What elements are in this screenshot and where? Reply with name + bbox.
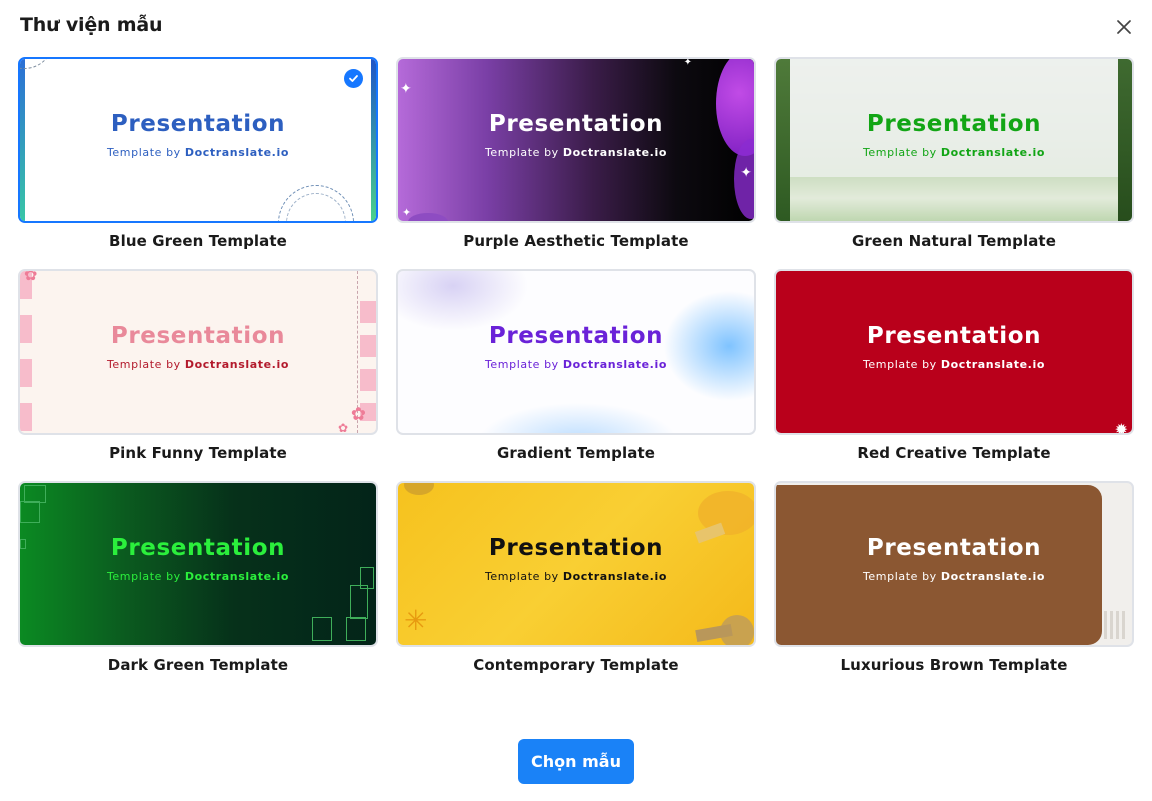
template-card-purple-aesthetic[interactable]: ✦ ✦ ✦ ✦ Presentation Template by Doctran… (396, 57, 756, 269)
slide-subtitle: Template by Doctranslate.io (862, 146, 1045, 159)
slide-subtitle: Template by Doctranslate.io (106, 146, 289, 159)
template-thumbnail: Presentation Template by Doctranslate.io (774, 481, 1134, 647)
slide-title: Presentation (110, 323, 286, 349)
template-name: Pink Funny Template (109, 444, 287, 462)
template-library-dialog: Thư viện mẫu Presentation Template by Do… (0, 0, 1152, 801)
slide-subtitle: Template by Doctranslate.io (862, 570, 1045, 583)
slide-subtitle: Template by Doctranslate.io (484, 358, 667, 371)
slide-subtitle: Template by Doctranslate.io (106, 570, 289, 583)
template-card-blue-green[interactable]: Presentation Template by Doctranslate.io… (18, 57, 378, 269)
template-thumbnail: ✿ ✿ ✿ Presentation Template by Doctransl… (18, 269, 378, 435)
slide-title: Presentation (488, 111, 664, 137)
template-thumbnail: ✹ Presentation Template by Doctranslate.… (774, 269, 1134, 435)
template-thumbnail: Presentation Template by Doctranslate.io (774, 57, 1134, 223)
template-name: Dark Green Template (107, 656, 289, 674)
choose-template-button[interactable]: Chọn mẫu (518, 739, 634, 784)
template-card-red-creative[interactable]: ✹ Presentation Template by Doctranslate.… (774, 269, 1134, 481)
slide-title: Presentation (488, 323, 664, 349)
template-name: Red Creative Template (857, 444, 1051, 462)
template-card-gradient[interactable]: Presentation Template by Doctranslate.io… (396, 269, 756, 481)
template-name: Luxurious Brown Template (840, 656, 1068, 674)
template-name: Contemporary Template (473, 656, 679, 674)
template-thumbnail: ✳ Presentation Template by Doctranslate.… (396, 481, 756, 647)
slide-subtitle: Template by Doctranslate.io (106, 358, 289, 371)
close-button[interactable] (1112, 15, 1136, 39)
template-card-luxurious-brown[interactable]: Presentation Template by Doctranslate.io… (774, 481, 1134, 693)
selected-check-icon (344, 69, 363, 88)
slide-title: Presentation (110, 111, 286, 137)
slide-subtitle: Template by Doctranslate.io (484, 146, 667, 159)
template-card-green-natural[interactable]: Presentation Template by Doctranslate.io… (774, 57, 1134, 269)
slide-title: Presentation (110, 535, 286, 561)
template-thumbnail: Presentation Template by Doctranslate.io (18, 57, 378, 223)
template-name: Gradient Template (496, 444, 656, 462)
slide-title: Presentation (866, 323, 1042, 349)
template-card-pink-funny[interactable]: ✿ ✿ ✿ Presentation Template by Doctransl… (18, 269, 378, 481)
template-name: Blue Green Template (109, 232, 287, 250)
template-card-contemporary[interactable]: ✳ Presentation Template by Doctranslate.… (396, 481, 756, 693)
dialog-title: Thư viện mẫu (20, 14, 163, 36)
close-icon (1117, 20, 1131, 34)
slide-title: Presentation (866, 535, 1042, 561)
slide-title: Presentation (866, 111, 1042, 137)
template-thumbnail: ✦ ✦ ✦ ✦ Presentation Template by Doctran… (396, 57, 756, 223)
slide-subtitle: Template by Doctranslate.io (862, 358, 1045, 371)
template-thumbnail: Presentation Template by Doctranslate.io (18, 481, 378, 647)
template-card-dark-green[interactable]: Presentation Template by Doctranslate.io… (18, 481, 378, 693)
slide-title: Presentation (488, 535, 664, 561)
template-grid: Presentation Template by Doctranslate.io… (18, 57, 1134, 693)
template-name: Green Natural Template (852, 232, 1056, 250)
slide-subtitle: Template by Doctranslate.io (484, 570, 667, 583)
template-thumbnail: Presentation Template by Doctranslate.io (396, 269, 756, 435)
template-name: Purple Aesthetic Template (463, 232, 689, 250)
